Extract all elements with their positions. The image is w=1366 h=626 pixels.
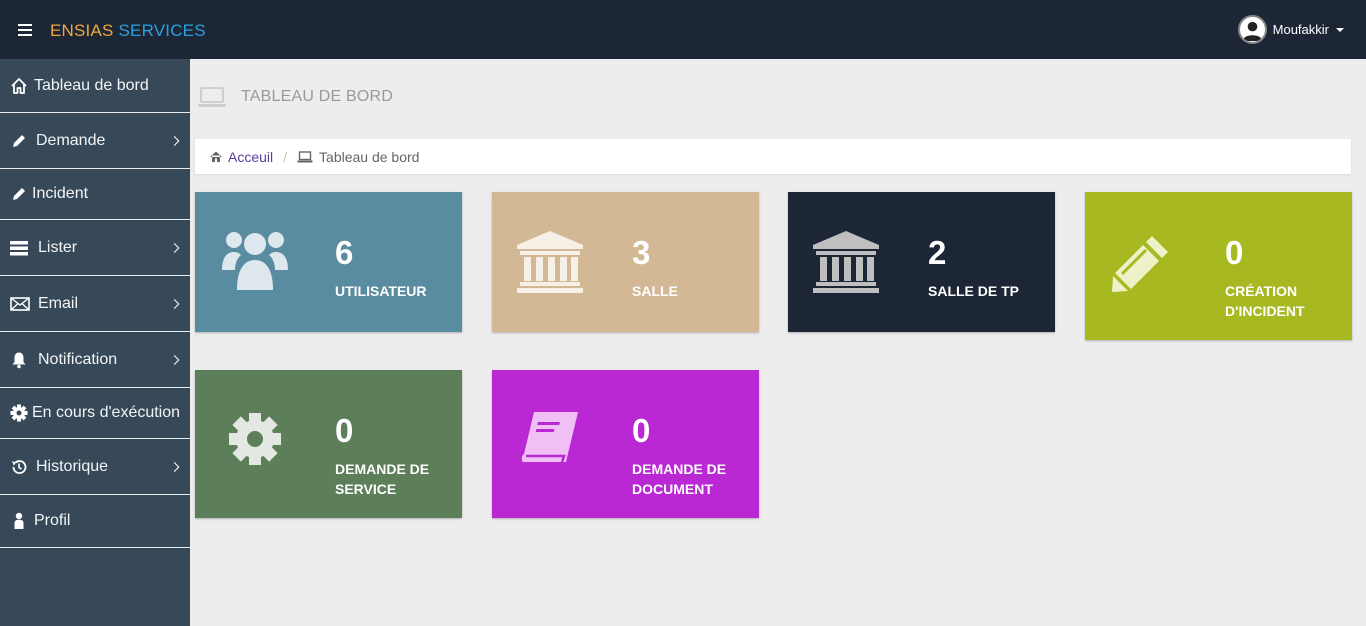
top-navbar: ENSIAS SERVICES Moufakkir bbox=[0, 0, 1366, 59]
sidebar: Tableau de bord Demande Incident Lister … bbox=[0, 59, 190, 626]
sidebar-item-lister[interactable]: Lister bbox=[0, 220, 190, 276]
bank-icon bbox=[813, 231, 879, 293]
envelope-icon bbox=[10, 295, 30, 313]
card-label: UTILISATEUR bbox=[335, 283, 427, 299]
home-icon bbox=[10, 77, 28, 95]
brand-part-1: ENSIAS bbox=[50, 21, 114, 40]
stat-card-creation-incident[interactable]: 0 CRÉATION D'INCIDENT bbox=[1085, 192, 1352, 340]
sidebar-item-label: Incident bbox=[32, 185, 89, 202]
users-icon bbox=[222, 232, 288, 290]
card-label: SALLE DE TP bbox=[928, 283, 1020, 299]
card-count: 6 bbox=[335, 234, 354, 271]
sidebar-item-label: Historique bbox=[36, 457, 109, 475]
gear-icon bbox=[10, 404, 28, 422]
stat-card-salle[interactable]: 3 SALLE bbox=[492, 192, 759, 332]
chevron-right-icon bbox=[169, 354, 180, 365]
sidebar-item-incident[interactable]: Incident bbox=[0, 169, 190, 220]
card-count: 3 bbox=[632, 234, 651, 271]
sidebar-item-en-cours[interactable]: En cours d'exécution bbox=[0, 388, 190, 439]
gear-icon bbox=[229, 413, 281, 465]
sidebar-item-email[interactable]: Email bbox=[0, 276, 190, 332]
laptop-icon bbox=[198, 87, 226, 107]
stat-card-demande-document[interactable]: 0 DEMANDE DE DOCUMENT bbox=[492, 370, 759, 518]
pencil-icon bbox=[10, 185, 28, 203]
stat-card-demande-service[interactable]: 0 DEMANDE DE SERVICE bbox=[195, 370, 462, 518]
brand-part-2: SERVICES bbox=[118, 21, 206, 40]
brand-logo[interactable]: ENSIAS SERVICES bbox=[50, 21, 206, 41]
menu-toggle-icon[interactable] bbox=[18, 24, 32, 36]
history-icon bbox=[10, 458, 28, 476]
card-count: 2 bbox=[928, 234, 947, 271]
list-icon bbox=[10, 239, 28, 257]
sidebar-item-demande[interactable]: Demande bbox=[0, 113, 190, 169]
sidebar-item-label: Demande bbox=[36, 131, 106, 149]
card-count: 0 bbox=[335, 412, 354, 449]
home-icon bbox=[210, 151, 222, 162]
chevron-right-icon bbox=[169, 135, 180, 146]
page-title: TABLEAU DE BORD bbox=[241, 88, 394, 105]
pencil-icon bbox=[10, 132, 28, 150]
chevron-right-icon bbox=[169, 242, 180, 253]
bank-icon bbox=[517, 231, 583, 293]
sidebar-item-profil[interactable]: Profil bbox=[0, 495, 190, 548]
user-menu[interactable]: Moufakkir bbox=[1237, 15, 1344, 44]
caret-down-icon bbox=[1336, 27, 1344, 32]
stat-card-utilisateur[interactable]: 6 UTILISATEUR bbox=[195, 192, 462, 332]
sidebar-item-label: Notification bbox=[38, 350, 118, 368]
breadcrumb-separator: / bbox=[283, 148, 288, 165]
sidebar-item-label: Tableau de bord bbox=[34, 76, 149, 94]
sidebar-item-label: En cours d'exécution bbox=[32, 404, 181, 421]
sidebar-item-label: Email bbox=[38, 294, 79, 312]
breadcrumb-current: Tableau de bord bbox=[319, 148, 420, 165]
book-icon bbox=[522, 412, 578, 463]
chevron-right-icon bbox=[169, 298, 180, 309]
card-label: DEMANDE DE DOCUMENT bbox=[632, 461, 727, 497]
card-label: CRÉATION D'INCIDENT bbox=[1225, 283, 1305, 319]
page-header: TABLEAU DE BORD bbox=[197, 86, 393, 108]
pencil-icon bbox=[1112, 236, 1168, 292]
sidebar-item-tableau-de-bord[interactable]: Tableau de bord bbox=[0, 59, 190, 113]
card-label: DEMANDE DE SERVICE bbox=[335, 461, 430, 497]
breadcrumb-home-link[interactable]: Acceuil bbox=[228, 149, 273, 165]
laptop-icon bbox=[297, 150, 313, 162]
user-silhouette-icon bbox=[1242, 21, 1262, 41]
card-label: SALLE bbox=[632, 283, 678, 299]
chevron-right-icon bbox=[169, 461, 180, 472]
avatar bbox=[1237, 15, 1267, 44]
sidebar-item-label: Profil bbox=[34, 512, 71, 529]
bell-icon bbox=[10, 351, 28, 369]
user-name: Moufakkir bbox=[1272, 22, 1329, 37]
card-count: 0 bbox=[632, 412, 651, 449]
stat-card-salle-de-tp[interactable]: 2 SALLE DE TP bbox=[788, 192, 1055, 332]
sidebar-item-label: Lister bbox=[38, 238, 78, 256]
user-icon bbox=[10, 512, 28, 530]
card-count: 0 bbox=[1225, 234, 1244, 271]
breadcrumb: Acceuil / Tableau de bord bbox=[195, 139, 1351, 174]
sidebar-item-historique[interactable]: Historique bbox=[0, 439, 190, 495]
sidebar-item-notification[interactable]: Notification bbox=[0, 332, 190, 388]
